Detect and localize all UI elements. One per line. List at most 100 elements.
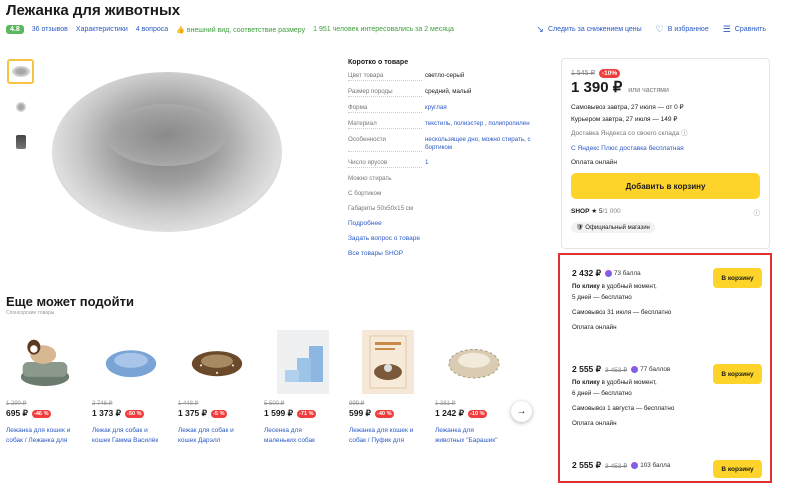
product-card[interactable]: 1 290 ₽ 695 ₽ -46 % Лежанка для кошек и со… [6, 330, 84, 446]
product-card[interactable]: 1 448 ₽ 1 375 ₽ -5 % Лежак для собак и кош… [178, 330, 256, 446]
main-product-image[interactable] [46, 62, 286, 242]
card-name[interactable]: Лежанка для кошек и собак / Лежанка для [6, 426, 84, 446]
spec-value: светло-серый [425, 72, 465, 79]
favorites-button[interactable]: ♡ В избранное [656, 25, 709, 34]
all-shop-products-link[interactable]: Все товары SHOP [348, 250, 548, 257]
offer-price: 2 555 ₽ [572, 364, 602, 374]
offer-cart-button[interactable]: В корзину [713, 460, 762, 478]
ask-question-link[interactable]: Задать вопрос о товаре [348, 235, 548, 242]
arrow-right-icon: → [516, 406, 527, 417]
plus-coin-icon [631, 365, 639, 373]
offer-price: 2 555 ₽ [572, 460, 602, 470]
card-name[interactable]: Лежанка для кошек и собак / Пуфик для [349, 426, 427, 446]
thumbnail-strip [7, 59, 34, 164]
plus-delivery-link[interactable]: С Яндекс Плюс доставка бесплатная [571, 145, 760, 152]
sponsored-label: Спонсорские товары [6, 310, 55, 316]
spec-row: С бортиком [348, 190, 548, 198]
shop-name: SHOP [571, 208, 590, 215]
offer-pickup: Самовывоз 1 августа — бесплатно [572, 405, 675, 412]
compare-icon: ☰ [722, 24, 731, 34]
card-name[interactable]: Лежак для собак и кошек Дарэлл [178, 426, 256, 446]
offer-item: 2 432 ₽73 балла В корзину По клику в удо… [572, 268, 762, 331]
heart-icon: ♡ [655, 24, 664, 34]
card-price-row: 1 599 ₽ -71 % [264, 408, 342, 419]
spec-row: Можно стирать [348, 175, 548, 183]
shop-info[interactable]: SHOP ★ 5/1 000 [571, 207, 621, 217]
interest-text: 1 951 человек интересовались за 2 месяца [313, 26, 454, 33]
more-details-link[interactable]: Подробнее [348, 220, 548, 227]
carousel-next-button[interactable]: → [511, 401, 532, 422]
spec-key: Размер породы [348, 88, 422, 97]
card-name[interactable]: Лежак для собак и кошек Гамма Василёк [92, 426, 170, 446]
shop-reviews: /1 000 [602, 208, 621, 215]
card-discount: -71 % [297, 409, 316, 418]
card-name[interactable]: Лесенка для маленьких собак [264, 426, 342, 446]
spec-value: средний, малый [425, 88, 472, 95]
card-name[interactable]: Лежанка для животных "Барашик" [435, 426, 513, 446]
characteristics-link[interactable]: Характеристики [76, 26, 128, 33]
add-to-cart-button[interactable]: Добавить в корзину [571, 173, 760, 199]
info-icon[interactable]: ⓘ [754, 207, 761, 217]
thumbnail-1[interactable] [7, 59, 34, 84]
offer-delivery-days: 6 дней — бесплатно [572, 390, 632, 397]
product-card[interactable]: 2 746 ₽ 1 373 ₽ -50 % Лежак для собак и ко… [92, 330, 170, 446]
blue-bed-image [105, 330, 157, 394]
bonus-label: 103 балла [640, 462, 671, 470]
patterned-bed-image [448, 330, 500, 394]
offer-old-price: 3 453 ₽ [605, 366, 628, 374]
product-card[interactable]: 1 381 ₽ 1 242 ₽ -10 % Лежанка для животных… [435, 330, 513, 446]
spec-row: Форма круглая [348, 104, 548, 113]
warehouse-info: Доставка Яндекса со своего склада ⓘ [571, 127, 760, 137]
official-label: Официальный магазин [585, 225, 650, 231]
card-old-price: 2 746 ₽ [92, 401, 113, 407]
page-title: Лежанка для животных [6, 2, 181, 19]
trend-down-icon: ↘ [536, 24, 544, 34]
spec-value-link[interactable]: нескользящее дно, можно стирать, с борти… [422, 136, 548, 152]
bed-thumb-image [15, 134, 26, 149]
offer-cart-button[interactable]: В корзину [713, 268, 762, 288]
card-price: 1 242 ₽ [435, 408, 465, 418]
card-name-line: Лежак для собак и [178, 427, 234, 434]
offer-bonus: 77 баллов [631, 365, 671, 374]
spec-row: Габариты 50x50x15 см [348, 205, 548, 213]
product-actions: ↘ Следить за снижением цены ♡ В избранное … [536, 25, 766, 34]
rating-badge[interactable]: 4.8 [6, 25, 24, 34]
official-store-badge: 🛡 Официальный магазин [571, 222, 655, 233]
product-card[interactable]: 5 500 ₽ 1 599 ₽ -71 % Лесенка для маленьки… [264, 330, 342, 446]
product-card[interactable]: 999 ₽ 599 ₽ -40 % Лежанка для кошек и соба… [349, 330, 427, 446]
spec-key: Число ярусов [348, 159, 422, 168]
card-name-line: Лесенка для [264, 427, 302, 434]
card-discount: -50 % [125, 409, 144, 418]
reviews-link[interactable]: 36 отзывов [32, 26, 68, 33]
bonus-label: 73 балла [614, 270, 641, 278]
dog-bed-image [19, 330, 71, 394]
card-name-line: собак / Лежанка для [6, 437, 68, 444]
spec-value-link[interactable]: круглая [422, 104, 447, 113]
card-name-line: кошек Гамма Василёк [92, 437, 159, 444]
spec-value-link[interactable]: 1 [422, 159, 428, 168]
card-name-line: маленьких собак [264, 437, 315, 444]
card-discount: -10 % [468, 409, 487, 418]
offer-cart-button[interactable]: В корзину [713, 364, 762, 384]
bed-thumb-image [11, 66, 30, 77]
praise-label: внешний вид, соответствие размеру [186, 26, 306, 34]
card-old-price: 5 500 ₽ [264, 401, 285, 407]
offer-payment: Оплата онлайн [572, 324, 617, 331]
spec-key: Материал [348, 120, 422, 129]
thumbnail-3[interactable] [7, 129, 34, 154]
card-name-line: Лежанка для [435, 427, 474, 434]
card-old-price: 1 381 ₽ [435, 401, 456, 407]
product-meta: 4.8 36 отзывов Характеристики 4 вопроса … [6, 25, 454, 34]
thumbnail-2[interactable] [7, 94, 34, 119]
bonus-label: 77 баллов [640, 366, 671, 374]
offer-item: 2 555 ₽3 453 ₽ 103 балла В корзину [572, 460, 762, 478]
compare-button[interactable]: ☰ Сравнить [723, 25, 766, 34]
payment-info: Оплата онлайн [571, 159, 617, 166]
installments-link[interactable]: или частями [628, 87, 669, 94]
questions-link[interactable]: 4 вопроса [136, 26, 168, 33]
current-price-row: 1 390 ₽ или частями [571, 78, 760, 96]
track-price-button[interactable]: ↘ Следить за снижением цены [536, 25, 641, 34]
spec-value-link[interactable]: текстиль, полиэстер , полипропилен [422, 120, 530, 129]
info-icon[interactable]: ⓘ [681, 130, 688, 137]
plus-coin-icon [631, 461, 639, 469]
